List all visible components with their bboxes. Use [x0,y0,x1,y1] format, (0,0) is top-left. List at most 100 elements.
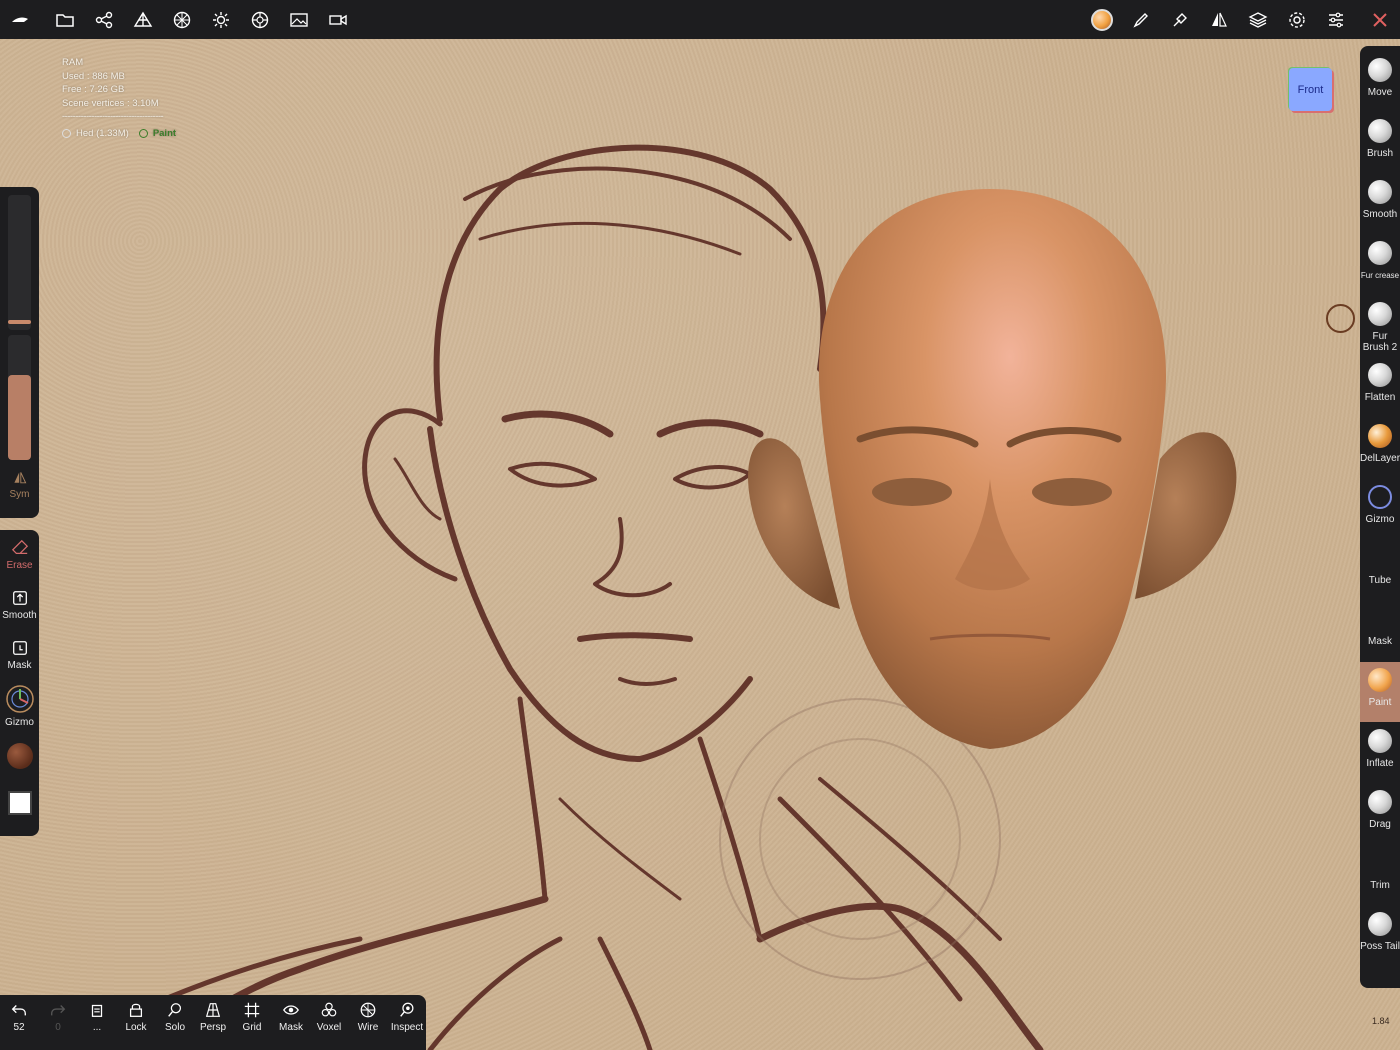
tool-fur-brush-2[interactable]: Fur Brush 2 [1360,296,1400,356]
tool-mask[interactable]: Mask [1360,601,1400,661]
tool-flatten[interactable]: Flatten [1360,357,1400,417]
solo-icon [168,1003,182,1017]
fur-crease-icon [1368,241,1392,265]
wire-button[interactable]: Wire [349,1001,387,1033]
hide-ui-icon[interactable] [1368,8,1392,32]
gizmo-icon [5,685,34,713]
lock-button[interactable]: Lock [117,1001,155,1033]
tool-gizmo[interactable]: Gizmo [1360,479,1400,539]
tool-paint[interactable]: Paint [1360,662,1400,722]
pick-color-icon[interactable] [1168,8,1192,32]
sculpt-tools-panel: Move Brush Smooth Fur crease Fur Brush 2 Flat… [1360,46,1400,988]
tool-label: Paint [1368,697,1392,708]
material-sphere-icon [6,743,33,769]
inspect-button[interactable]: Inspect [388,1001,426,1033]
smooth-label: Smooth [2,610,37,621]
camera-icon[interactable] [326,8,350,32]
erase-button[interactable]: Erase [0,539,39,571]
app-logo-icon[interactable] [8,8,32,32]
inspect-icon [400,1002,414,1017]
gizmo-button[interactable]: Gizmo [0,684,39,728]
tool-tube[interactable]: Tube [1360,540,1400,600]
smooth-button[interactable]: Smooth [0,589,39,621]
paint-mode-icon [138,128,148,138]
redo-button[interactable]: 0 [39,1001,77,1033]
redo-icon [51,1005,66,1016]
mode-item[interactable]: Paint [138,127,177,141]
history-icon [91,1004,103,1017]
persp-button[interactable]: Persp [194,1001,232,1033]
undo-button[interactable]: 52 [0,1001,38,1033]
folder-icon[interactable] [53,8,77,32]
lighting-icon[interactable] [209,8,233,32]
stats-title: RAM [62,57,84,68]
undo-icon [11,1005,26,1016]
scene-graph-icon[interactable] [92,8,116,32]
radius-slider[interactable] [8,195,31,330]
move-icon [1368,58,1392,82]
grid-label: Grid [242,1022,262,1033]
stats-used: Used : 886 MB [62,70,125,82]
mask-button[interactable]: Mask [0,639,39,671]
eraser-icon [11,539,28,555]
tool-smooth[interactable]: Smooth [1360,174,1400,234]
history-button[interactable]: ... [78,1001,116,1033]
sliders-icon[interactable] [1324,8,1348,32]
visibility-icon[interactable] [62,128,71,138]
mask-toggle-button[interactable]: Mask [272,1001,310,1033]
erase-label: Erase [6,560,33,571]
white-swatch-icon [7,791,32,815]
mask-icon [1368,607,1392,631]
symmetry-icon [13,472,26,484]
inspect-label: Inspect [390,1022,424,1033]
topology-icon[interactable] [131,8,155,32]
mode-label: Paint [152,127,177,139]
poss-tail-icon [1368,912,1392,936]
paint-color-swatch[interactable] [0,743,39,769]
stats-free: Free : 7.26 GB [62,84,125,96]
grid-button[interactable]: Grid [233,1001,271,1033]
tool-label: Move [1367,87,1393,98]
secondary-color-swatch[interactable] [0,791,39,815]
tool-move[interactable]: Move [1360,52,1400,112]
radius-slider-handle[interactable] [8,320,31,324]
tool-trim[interactable]: Trim [1360,845,1400,905]
sphere-grid-icon[interactable] [170,8,194,32]
more-label: ... [92,1022,102,1033]
stroke-pen-icon[interactable] [1129,8,1153,32]
eye-icon [283,1005,299,1015]
tool-fur-crease[interactable]: Fur crease [1360,235,1400,295]
quick-tools-panel: Erase Smooth Mask Gizmo [0,530,39,836]
solo-button[interactable]: Solo [156,1001,194,1033]
brush-slider-panel: Sym [0,187,39,518]
tool-dellayer[interactable]: DelLayer [1360,418,1400,478]
gizmo-label: Gizmo [5,717,34,728]
tool-label: Gizmo [1365,514,1395,525]
settings-icon[interactable] [1285,8,1309,32]
voxel-icon [321,1002,337,1017]
tool-inflate[interactable]: Inflate [1360,723,1400,783]
brush-cursor-icon [1326,304,1355,333]
mesh-name: Hed (1.33M) [76,127,129,139]
smooth-icon [1368,180,1392,204]
layers-icon[interactable] [1246,8,1270,32]
stats-vertices: Scene vertices : 3.10M [62,97,159,109]
active-material-icon[interactable] [1090,8,1114,32]
material-icon[interactable] [248,8,272,32]
mask-icon [12,641,27,655]
symmetry-icon[interactable] [1207,8,1231,32]
tool-brush[interactable]: Brush [1360,113,1400,173]
voxel-button[interactable]: Voxel [310,1001,348,1033]
symmetry-toggle[interactable]: Sym [0,470,39,500]
sculpted-head-model [748,189,1237,749]
view-cube[interactable]: Front [1289,68,1332,111]
tool-drag[interactable]: Drag [1360,784,1400,844]
mesh-item[interactable]: Hed (1.33M) [62,127,129,141]
3d-viewport[interactable] [0,39,1400,1050]
background-image-icon[interactable] [287,8,311,32]
stats-separator: -------------------------------------- [62,111,164,123]
tool-poss-tail[interactable]: Poss Tail [1360,906,1400,966]
reference-sketch-image [57,144,1237,1050]
grid-icon [244,1002,260,1018]
undo-count: 52 [13,1022,25,1033]
